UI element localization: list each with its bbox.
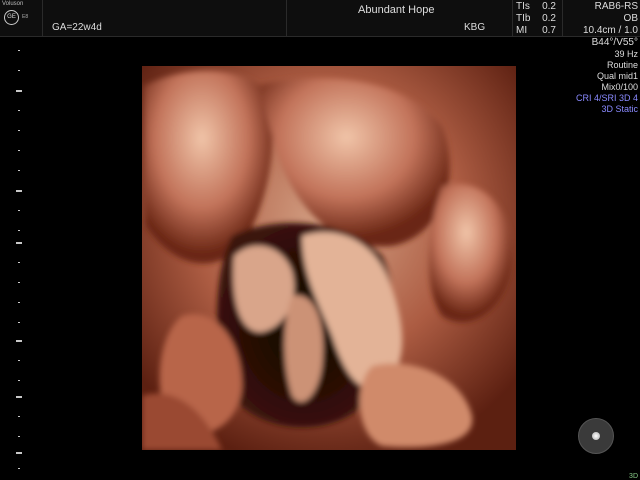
logo-cell: Voluson GE E8 xyxy=(0,0,43,36)
3d-fetal-render[interactable] xyxy=(142,66,516,450)
probe-name: RAB6-RS xyxy=(594,1,638,12)
header-bar: Voluson GE E8 GA=22w4d Abundant Hope KBG… xyxy=(0,0,640,37)
depth-scale xyxy=(14,36,24,480)
model-label: E8 xyxy=(22,14,29,20)
index-row: TIs 0.2 xyxy=(516,1,556,12)
frame-rate: 39 Hz xyxy=(614,49,638,59)
render-mode: 3D Static xyxy=(601,104,638,114)
quality: Qual mid1 xyxy=(596,71,638,81)
mix: Mix0/100 xyxy=(601,82,638,92)
index-row: TIb 0.2 xyxy=(516,13,556,24)
preset: Routine xyxy=(606,60,638,70)
patient-cell: Abundant Hope KBG xyxy=(286,0,513,36)
safety-indices: TIs 0.2 TIb 0.2 MI 0.7 xyxy=(512,0,563,36)
gestational-age: GA=22w4d xyxy=(52,22,102,33)
ge-logo-icon: GE xyxy=(4,10,19,25)
brand-label: Voluson xyxy=(2,1,24,7)
angle: B44°/V55° xyxy=(591,37,638,48)
mode-badge: 3D xyxy=(629,473,638,480)
index-row: MI 0.7 xyxy=(516,25,556,36)
depth-ratio: 10.4cm / 1.0 xyxy=(582,25,638,36)
operator-initials: KBG xyxy=(464,22,486,33)
scan-parameters: RAB6-RS OB 10.4cm / 1.0 B44°/V55° 39 Hz … xyxy=(558,0,638,115)
application: OB xyxy=(623,13,638,24)
ga-cell: GA=22w4d xyxy=(42,0,287,36)
view-orientation-icon[interactable] xyxy=(578,418,614,454)
patient-name: Abundant Hope xyxy=(358,4,435,16)
cri-setting: CRI 4/SRI 3D 4 xyxy=(575,93,638,103)
